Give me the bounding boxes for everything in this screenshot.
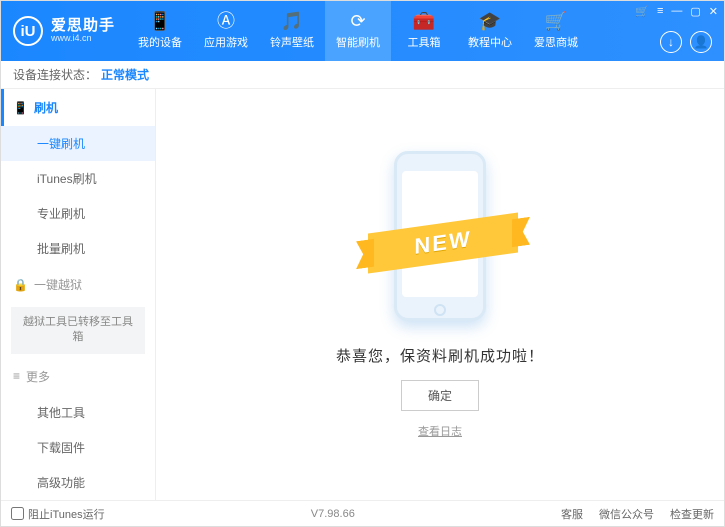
nav-device[interactable]: 📱我的设备 xyxy=(127,1,193,61)
sidebar-item-batch[interactable]: 批量刷机 xyxy=(1,231,155,266)
close-icon[interactable]: ✕ xyxy=(709,5,718,18)
download-button[interactable]: ↓ xyxy=(660,31,682,53)
header-right: ↓ 👤 xyxy=(660,31,712,53)
nav-toolbox[interactable]: 🧰工具箱 xyxy=(391,1,457,61)
sidebar-item-other[interactable]: 其他工具 xyxy=(1,395,155,430)
success-illustration: NEW xyxy=(380,151,500,321)
status-mode: 正常模式 xyxy=(101,66,149,83)
view-log-link[interactable]: 查看日志 xyxy=(418,423,462,439)
sidebar-cat-more[interactable]: ≡ 更多 xyxy=(1,358,155,395)
user-button[interactable]: 👤 xyxy=(690,31,712,53)
footer-support[interactable]: 客服 xyxy=(561,506,583,522)
nav-apps[interactable]: Ⓐ应用游戏 xyxy=(193,1,259,61)
app-url: www.i4.cn xyxy=(51,34,115,44)
top-nav: 📱我的设备 Ⓐ应用游戏 🎵铃声壁纸 ⟳智能刷机 🧰工具箱 🎓教程中心 🛒爱思商城 xyxy=(127,1,589,61)
sidebar: 📱 刷机 一键刷机 iTunes刷机 专业刷机 批量刷机 🔒 一键越狱 越狱工具… xyxy=(1,89,156,500)
music-icon: 🎵 xyxy=(281,12,303,30)
header: iU 爱思助手 www.i4.cn 📱我的设备 Ⓐ应用游戏 🎵铃声壁纸 ⟳智能刷… xyxy=(1,1,724,61)
sidebar-cat-jailbreak: 🔒 一键越狱 xyxy=(1,266,155,303)
sidebar-item-firmware[interactable]: 下载固件 xyxy=(1,430,155,465)
flash-icon: ⟳ xyxy=(350,12,365,30)
nav-store[interactable]: 🛒爱思商城 xyxy=(523,1,589,61)
version-label: V7.98.66 xyxy=(311,508,355,520)
sidebar-item-itunes[interactable]: iTunes刷机 xyxy=(1,161,155,196)
nav-ringtones[interactable]: 🎵铃声壁纸 xyxy=(259,1,325,61)
cart-icon[interactable]: 🛒 xyxy=(635,5,649,18)
ok-button[interactable]: 确定 xyxy=(401,380,479,411)
tutorial-icon: 🎓 xyxy=(479,12,501,30)
store-icon: 🛒 xyxy=(545,12,567,30)
status-label: 设备连接状态： xyxy=(13,66,97,83)
status-bar: 设备连接状态： 正常模式 xyxy=(1,61,724,89)
menu-icon[interactable]: ≡ xyxy=(657,5,663,18)
app-icon: Ⓐ xyxy=(217,12,235,30)
success-message: 恭喜您，保资料刷机成功啦！ xyxy=(336,345,544,366)
footer: 阻止iTunes运行 V7.98.66 客服 微信公众号 检查更新 xyxy=(1,500,724,526)
main-content: NEW 恭喜您，保资料刷机成功啦！ 确定 查看日志 xyxy=(156,89,724,500)
jailbreak-note[interactable]: 越狱工具已转移至工具箱 xyxy=(11,307,145,354)
sidebar-item-advanced[interactable]: 高级功能 xyxy=(1,465,155,500)
minimize-icon[interactable]: — xyxy=(671,5,682,18)
nav-flash[interactable]: ⟳智能刷机 xyxy=(325,1,391,61)
app-title: 爱思助手 xyxy=(51,18,115,35)
footer-update[interactable]: 检查更新 xyxy=(670,506,714,522)
sidebar-item-pro[interactable]: 专业刷机 xyxy=(1,196,155,231)
logo: iU 爱思助手 www.i4.cn xyxy=(1,16,127,46)
phone-icon: 📱 xyxy=(149,12,171,30)
toolbox-icon: 🧰 xyxy=(413,12,435,30)
maximize-icon[interactable]: ▢ xyxy=(690,5,700,18)
block-itunes-checkbox[interactable]: 阻止iTunes运行 xyxy=(11,506,105,522)
sidebar-cat-flash[interactable]: 📱 刷机 xyxy=(1,89,155,126)
footer-wechat[interactable]: 微信公众号 xyxy=(599,506,654,522)
window-controls: 🛒 ≡ — ▢ ✕ xyxy=(635,5,718,18)
nav-tutorial[interactable]: 🎓教程中心 xyxy=(457,1,523,61)
sidebar-item-oneclick[interactable]: 一键刷机 xyxy=(1,126,155,161)
logo-icon: iU xyxy=(13,16,43,46)
